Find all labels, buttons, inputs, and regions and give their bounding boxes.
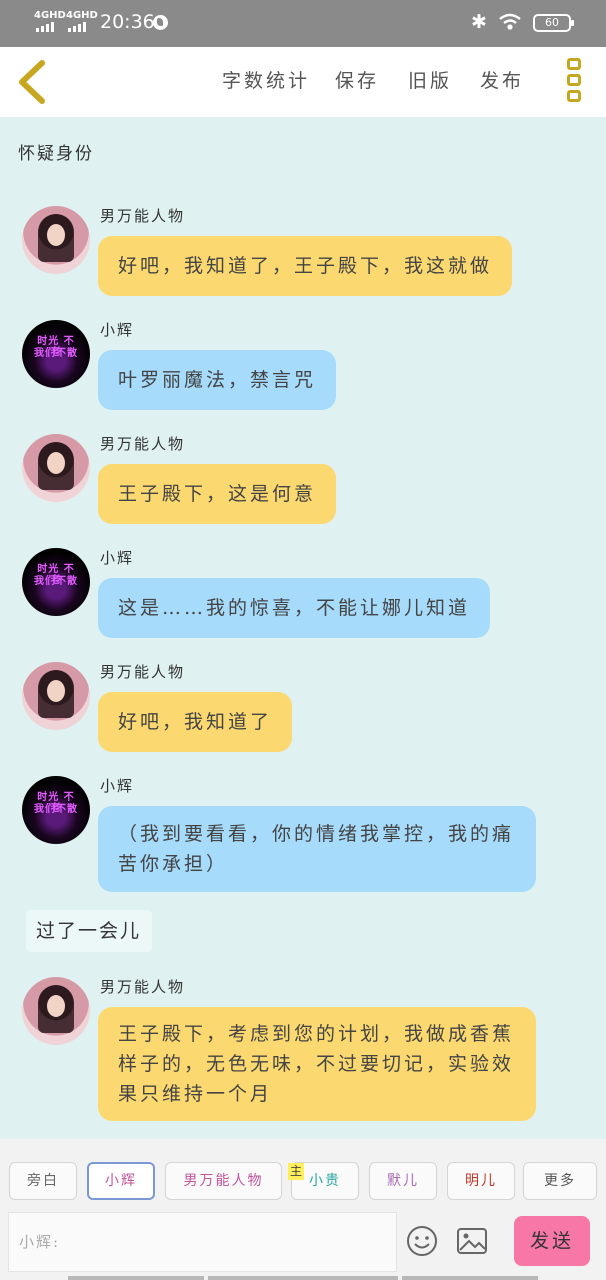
sender-name: 小辉	[100, 321, 135, 339]
message-bubble[interactable]: （我到要看看，你的情绪我掌控，我的痛 苦你承担）	[98, 806, 536, 892]
image-icon	[457, 1228, 487, 1254]
top-nav: 字数统计 保存 旧版 发布	[0, 47, 606, 117]
message-text: 王子殿下，这是何意	[118, 483, 317, 505]
wifi-icon	[499, 13, 521, 30]
smiley-icon	[407, 1226, 437, 1256]
signal-icon-1	[36, 22, 54, 32]
main-role-badge: 主	[288, 1163, 304, 1180]
avatar[interactable]	[22, 662, 90, 730]
message-bubble[interactable]: 王子殿下，考虑到您的计划，我做成香蕉 样子的，无色无味，不过要切记，实验效 果只…	[98, 1007, 536, 1121]
message-text: 样子的，无色无味，不过要切记，实验效	[118, 1053, 515, 1075]
avatar[interactable]: 时光 不老 我们不散	[22, 776, 90, 844]
avatar[interactable]: 时光 不老 我们不散	[22, 548, 90, 616]
menu-dot-icon	[567, 58, 581, 70]
role-chip-minger[interactable]: 明儿	[447, 1162, 515, 1200]
more-menu-button[interactable]	[562, 58, 586, 108]
menu-dot-icon	[567, 90, 581, 102]
battery-icon: 60	[533, 14, 574, 32]
status-bar: 4GHD 4GHD 20:36 ✱ 60	[0, 0, 606, 47]
save-link[interactable]: 保存	[335, 68, 379, 94]
sender-name: 男万能人物	[100, 435, 186, 453]
sender-name: 小辉	[100, 549, 135, 567]
gesture-bar	[208, 1276, 398, 1280]
sender-name: 男万能人物	[100, 978, 186, 996]
avatar-caption: 我们不散	[34, 348, 78, 359]
message-bubble[interactable]: 好吧，我知道了	[98, 692, 293, 752]
emoji-button[interactable]	[405, 1224, 439, 1258]
sender-name: 男万能人物	[100, 207, 186, 225]
role-chip-male-universal[interactable]: 男万能人物	[165, 1162, 282, 1200]
message-text: 好吧，我知道了，王子殿下，我这就做	[118, 255, 493, 277]
role-chip-xiaohui[interactable]: 小辉	[87, 1162, 155, 1200]
sender-name: 小辉	[100, 777, 135, 795]
avatar-caption: 我们不散	[34, 576, 78, 587]
message-text: 好吧，我知道了	[118, 711, 273, 733]
narration-text[interactable]: 过了一会儿	[26, 910, 152, 952]
avatar[interactable]	[22, 977, 90, 1045]
message-bubble[interactable]: 王子殿下，这是何意	[98, 464, 337, 524]
gesture-bar	[68, 1276, 204, 1280]
network-label-2: 4GHD	[66, 10, 98, 21]
avatar-caption: 我们不散	[34, 804, 78, 815]
message-input[interactable]: 小辉:	[8, 1212, 397, 1272]
message-bubble[interactable]: 叶罗丽魔法，禁言咒	[98, 350, 337, 410]
publish-link[interactable]: 发布	[480, 68, 524, 94]
message-bubble[interactable]: 这是……我的惊喜，不能让娜儿知道	[98, 578, 491, 638]
bluetooth-icon: ✱	[471, 11, 487, 33]
role-chip-more[interactable]: 更多	[523, 1162, 597, 1200]
role-chip-narrator[interactable]: 旁白	[9, 1162, 77, 1200]
globe-icon	[153, 15, 168, 30]
message-text: 王子殿下，考虑到您的计划，我做成香蕉	[118, 1023, 515, 1045]
image-button[interactable]	[455, 1224, 489, 1258]
menu-dot-icon	[567, 74, 581, 86]
word-count-link[interactable]: 字数统计	[222, 68, 310, 94]
role-chip-moer[interactable]: 默儿	[369, 1162, 437, 1200]
avatar[interactable]	[22, 206, 90, 274]
message-bubble[interactable]: 好吧，我知道了，王子殿下，我这就做	[98, 236, 513, 296]
signal-icon-2	[68, 22, 86, 32]
message-text: 果只维持一个月	[118, 1083, 273, 1105]
clock: 20:36	[100, 11, 155, 33]
gesture-bar	[402, 1276, 538, 1280]
message-text: 这是……我的惊喜，不能让娜儿知道	[118, 597, 471, 619]
back-button[interactable]	[10, 57, 58, 107]
old-version-link[interactable]: 旧版	[408, 68, 452, 94]
section-title: 怀疑身份	[18, 144, 94, 164]
message-text: 叶罗丽魔法，禁言咒	[118, 369, 317, 391]
message-text: 苦你承担）	[118, 853, 229, 875]
send-button[interactable]: 发送	[514, 1216, 590, 1266]
avatar[interactable]: 时光 不老 我们不散	[22, 320, 90, 388]
chevron-left-icon	[19, 60, 45, 104]
avatar[interactable]	[22, 434, 90, 502]
message-text: （我到要看看，你的情绪我掌控，我的痛	[118, 823, 515, 845]
network-label-1: 4GHD	[34, 10, 66, 21]
sender-name: 男万能人物	[100, 663, 186, 681]
